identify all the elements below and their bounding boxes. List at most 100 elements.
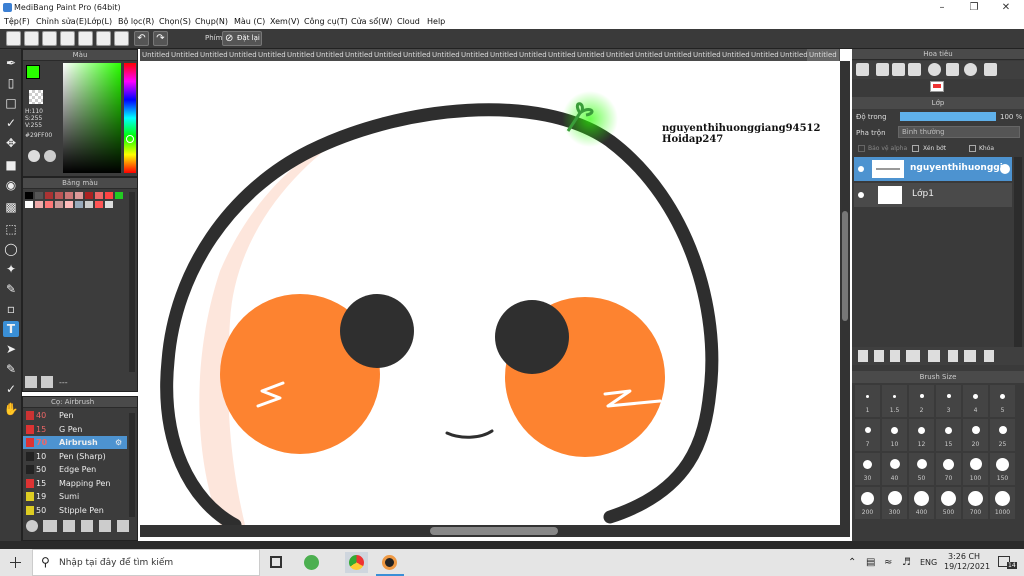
vertical-scroll-thumb[interactable] (842, 211, 848, 321)
brush-size-cell[interactable]: 25 (990, 419, 1015, 451)
clock[interactable]: 3:26 CH 19/12/2021 (944, 552, 990, 572)
hue-handle[interactable] (126, 135, 134, 143)
brush-scrollbar[interactable] (129, 413, 135, 517)
reset-button[interactable]: ⊘ Đặt lại (222, 31, 262, 46)
rotate-left-icon[interactable] (928, 63, 941, 76)
tab-untitled[interactable]: Untitled (575, 49, 607, 61)
brush-size-cell[interactable]: 30 (855, 453, 880, 485)
blend-mode-select[interactable]: Bình thường (898, 126, 1020, 138)
chevron-up-icon[interactable]: ⌃ (848, 557, 856, 568)
palette-scrollbar[interactable] (129, 192, 135, 372)
fit-icon[interactable] (892, 63, 905, 76)
brush-duplicate-icon[interactable] (99, 520, 111, 532)
select-pen-icon[interactable]: ✎ (3, 281, 19, 297)
redo-icon[interactable]: ↷ (153, 31, 168, 46)
lock-checkbox[interactable] (969, 145, 976, 152)
zoom-in-icon[interactable] (856, 63, 869, 76)
palette-swatch[interactable] (65, 192, 73, 199)
tab-untitled[interactable]: Untitled (372, 49, 404, 61)
brush-item[interactable]: 70 Airbrush ⚙ (23, 436, 127, 449)
windows-start-icon[interactable] (10, 557, 21, 568)
palette-swatch[interactable] (45, 192, 53, 199)
menu-filter[interactable]: Bộ lọc(R) (118, 17, 154, 26)
brush-size-cell[interactable]: 5 (990, 385, 1015, 417)
protect-alpha-checkbox[interactable] (858, 145, 865, 152)
grid-icon[interactable] (96, 31, 111, 46)
undo-icon[interactable]: ↶ (134, 31, 149, 46)
tab-untitled[interactable]: Untitled (749, 49, 781, 61)
brush-item[interactable]: 19 Sumi (23, 490, 127, 503)
brush-size-cell[interactable]: 3 (936, 385, 961, 417)
delete-layer-icon[interactable] (984, 350, 994, 362)
menu-file[interactable]: Tệp(F) (4, 17, 30, 26)
layer-row[interactable]: Lớp1 (854, 183, 1012, 207)
rotate-right-icon[interactable] (964, 63, 977, 76)
brush-size-cell[interactable]: 50 (909, 453, 934, 485)
brush-size-cell[interactable]: 7 (855, 419, 880, 451)
new-layer-menu-icon[interactable] (906, 350, 920, 362)
flip-icon[interactable] (946, 63, 959, 76)
brush-option-icon[interactable] (43, 520, 57, 532)
tab-untitled[interactable]: Untitled (343, 49, 375, 61)
reset-view-icon[interactable] (984, 63, 997, 76)
brush-size-cell[interactable]: 150 (990, 453, 1015, 485)
monitor-icon[interactable]: ▤ (866, 557, 875, 568)
brush-size-cell[interactable]: 300 (882, 487, 907, 519)
palette-swatch[interactable] (25, 192, 33, 199)
zoom-out-icon[interactable] (876, 63, 889, 76)
merge-layer-icon[interactable] (964, 350, 976, 362)
menu-select[interactable]: Chọn(S) (159, 17, 191, 26)
palette-swatch[interactable] (55, 192, 63, 199)
palette-swatch[interactable] (45, 201, 53, 208)
new-file-icon[interactable] (60, 31, 75, 46)
tab-untitled[interactable]: Untitled (430, 49, 462, 61)
pen-tool-icon[interactable]: ✓ (3, 115, 19, 131)
lasso-tool-icon[interactable]: ◯ (3, 241, 19, 257)
tab-untitled[interactable]: Untitled (169, 49, 201, 61)
tab-untitled[interactable]: Untitled (778, 49, 810, 61)
brush-tool-icon[interactable]: ✒ (3, 55, 19, 71)
palette-swatch[interactable] (95, 192, 103, 199)
tab-untitled[interactable]: Untitled (285, 49, 317, 61)
tab-untitled[interactable]: Untitled (633, 49, 665, 61)
actual-size-icon[interactable] (908, 63, 921, 76)
palette-icon[interactable] (28, 150, 40, 162)
brush-size-cell[interactable]: 1.5 (882, 385, 907, 417)
chat-icon[interactable] (42, 31, 57, 46)
layer-visibility-icon[interactable] (858, 166, 864, 172)
brush-size-cell[interactable]: 1000 (990, 487, 1015, 519)
tab-untitled[interactable]: Untitled (314, 49, 346, 61)
tab-untitled[interactable]: Untitled (488, 49, 520, 61)
eyedropper-icon[interactable]: ✓ (3, 381, 19, 397)
chrome-icon[interactable] (349, 555, 364, 570)
horizontal-scroll-thumb[interactable] (430, 527, 558, 535)
brush-item[interactable]: 40 Pen (23, 409, 127, 422)
brush-size-cell[interactable]: 20 (963, 419, 988, 451)
medibang-taskbar-icon[interactable] (382, 555, 397, 570)
language-indicator[interactable]: ENG (920, 558, 937, 567)
cloud-icon[interactable] (6, 31, 21, 46)
navigator-thumbnail[interactable] (930, 81, 944, 92)
tab-untitled[interactable]: Untitled (227, 49, 259, 61)
bucket-tool-icon[interactable]: ◉ (3, 177, 19, 193)
tab-untitled[interactable]: Untitled (256, 49, 288, 61)
brush-size-cell[interactable]: 4 (963, 385, 988, 417)
menu-cloud[interactable]: Cloud (397, 17, 420, 26)
foreground-color[interactable] (26, 65, 40, 79)
layer-row-selected[interactable]: nguyenthihuonggiang (854, 157, 1012, 181)
opacity-slider[interactable] (900, 112, 996, 121)
layer-settings-icon[interactable] (1000, 164, 1010, 174)
tab-untitled[interactable]: Untitled (140, 49, 172, 61)
select-tool-icon[interactable]: ⬚ (3, 221, 19, 237)
duplicate-layer-icon[interactable] (948, 350, 958, 362)
palette-swatch[interactable] (85, 192, 93, 199)
select-eraser-icon[interactable]: ▫ (3, 301, 19, 317)
brush-size-cell[interactable]: 400 (909, 487, 934, 519)
palette-swatch[interactable] (95, 201, 103, 208)
brush-size-cell[interactable]: 500 (936, 487, 961, 519)
brush-size-cell[interactable]: 10 (882, 419, 907, 451)
transparent-color[interactable] (29, 90, 43, 104)
menu-edit[interactable]: Chỉnh sửa(E) (36, 17, 87, 26)
folder-icon[interactable] (928, 350, 940, 362)
menu-layer[interactable]: Lớp(L) (87, 17, 112, 26)
